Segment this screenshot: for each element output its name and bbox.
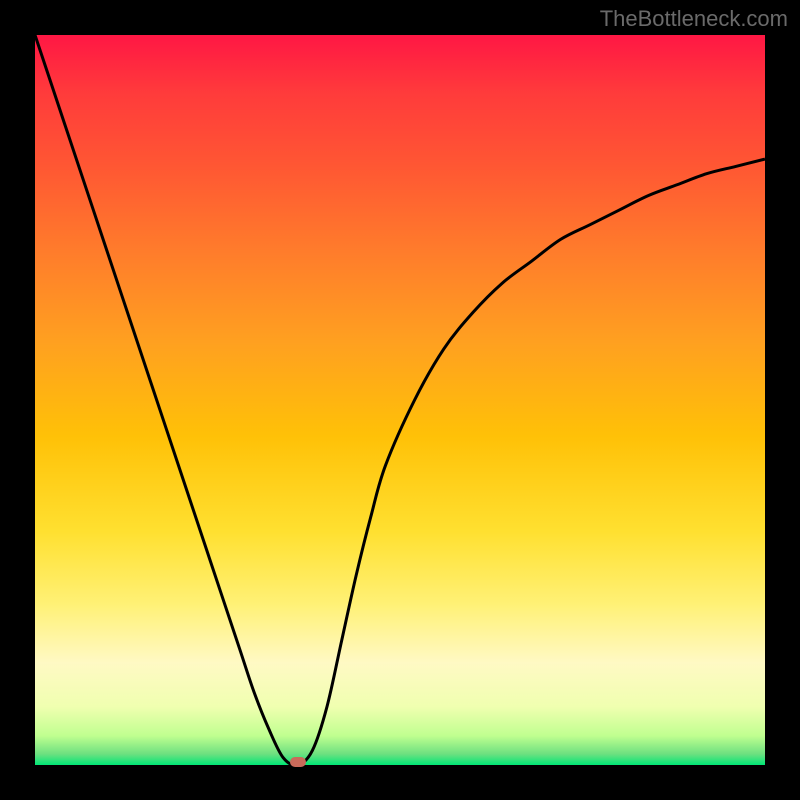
watermark-text: TheBottleneck.com [600,6,788,32]
optimal-marker [290,757,306,767]
plot-background [35,35,765,765]
